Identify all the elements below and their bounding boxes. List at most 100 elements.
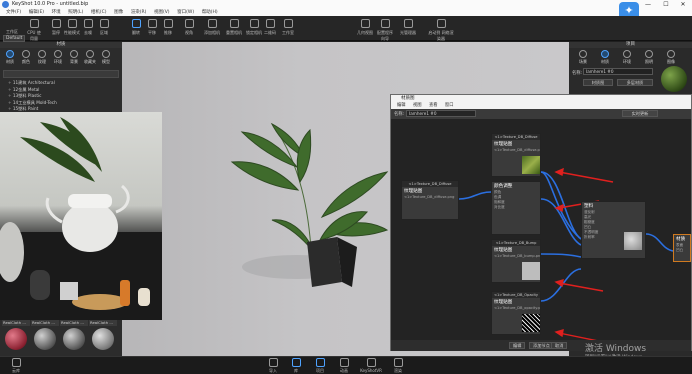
menu-image[interactable]: 图像: [114, 9, 123, 16]
region-icon: [99, 19, 109, 28]
material-icon: [601, 50, 609, 58]
tool-add-camera[interactable]: 添加相机: [204, 19, 220, 36]
materials-icon: [6, 50, 14, 58]
menu-help[interactable]: 帮助(H): [202, 9, 218, 16]
network-render-icon: [436, 19, 446, 28]
library-search-input[interactable]: [3, 70, 119, 78]
multi-material-button[interactable]: 多层材质: [617, 79, 653, 86]
tool-pause[interactable]: 暂停: [48, 19, 64, 36]
material-graph-window: 材质图 编辑 视图 查看 窗口 名称: Iamhere1 #0 实时更新 <1>…: [390, 94, 692, 351]
animation-button[interactable]: 动画: [334, 358, 354, 374]
material-name-field[interactable]: Iamhere1 #0: [583, 68, 653, 75]
graph-menu-edit[interactable]: 编辑: [397, 103, 406, 108]
menu-edit[interactable]: 编辑(E): [29, 9, 44, 16]
tab-models[interactable]: 模型: [98, 50, 114, 65]
preview-scene: [0, 117, 162, 320]
close-button[interactable]: ✕: [674, 0, 692, 9]
window-title: KeyShot 10.0 Pro - untitled.bip: [12, 1, 89, 7]
live-update-toggle[interactable]: 实时更新: [622, 110, 658, 117]
graph-edit-button[interactable]: 编辑: [509, 342, 526, 349]
tool-workspace[interactable]: 工作区: [4, 29, 20, 35]
material-tree: 11建筑 Architectural 12金属 Metal 13塑料 Plast…: [2, 80, 114, 113]
import-icon: [268, 358, 278, 367]
node-material-plastic[interactable]: 塑料 漫反射 高光 粗糙度 凹凸 不透明度 折射率: [581, 201, 646, 259]
node-bump-texture[interactable]: <1>Texture_DB_Bump 纹理贴图 <1>Texture_DB_bu…: [491, 239, 541, 283]
node-output[interactable]: 材质 表面 凹凸: [673, 234, 691, 262]
material-thumb[interactable]: RealCloth ...: [31, 320, 59, 350]
menu-lighting[interactable]: 照明(L): [68, 9, 83, 16]
material-graph-button[interactable]: 材质图: [583, 79, 613, 86]
menu-file[interactable]: 文件(F): [6, 9, 21, 16]
project-button[interactable]: 项目: [310, 358, 330, 374]
lock-camera-icon: [249, 19, 259, 28]
node-base-texture[interactable]: <1>Texture_DB_Diffuse 纹理贴图 <1>Texture_DB…: [491, 133, 541, 177]
keyshotvr-button[interactable]: KeyShotVR: [358, 358, 384, 373]
tab-materials[interactable]: 材质: [2, 50, 18, 65]
graph-title: 材质图: [391, 95, 691, 102]
tab-textures[interactable]: 纹理: [34, 50, 50, 65]
tab-scene[interactable]: 场景: [575, 50, 591, 65]
denoise-icon: [83, 19, 93, 28]
menu-render[interactable]: 渲染(R): [131, 9, 147, 16]
tab-colors[interactable]: 颜色: [18, 50, 34, 65]
animation-icon: [339, 358, 349, 367]
texture-thumbnail: [522, 262, 540, 280]
graph-menu-view[interactable]: 视图: [413, 103, 422, 108]
node-opacity-texture[interactable]: <1>Texture_DB_Opacity 纹理贴图 <1>Texture_DB…: [491, 291, 541, 335]
environments-icon: [54, 50, 62, 58]
backplates-icon: [70, 50, 78, 58]
node-color-adjust[interactable]: 颜色调整 颜色 色调 饱和度 对比度: [491, 181, 541, 235]
graph-menu-window[interactable]: 窗口: [445, 103, 454, 108]
graph-cancel-button[interactable]: 取消: [551, 342, 568, 349]
tool-performance[interactable]: 性能模式: [64, 19, 80, 36]
tab-environment[interactable]: 环境: [619, 50, 635, 65]
tool-configurator[interactable]: 配置程序向导: [377, 19, 393, 42]
menu-environment[interactable]: 环境: [52, 9, 61, 16]
menu-camera[interactable]: 相机(C): [91, 9, 107, 16]
graph-canvas[interactable]: <1>Texture_DB_Diffuse 纹理贴图 <1>Texture_DB…: [391, 119, 691, 340]
qr-icon: [265, 19, 275, 28]
tool-reset-camera[interactable]: 重置相机: [226, 19, 242, 36]
tab-environments[interactable]: 环境: [50, 50, 66, 65]
tool-tumble[interactable]: 翻转: [128, 19, 144, 36]
tool-dolly[interactable]: 推移: [160, 19, 176, 36]
tab-backplates[interactable]: 背景: [66, 50, 82, 65]
tab-favorites[interactable]: 收藏夹: [82, 50, 98, 65]
minimize-button[interactable]: —: [639, 0, 657, 9]
graph-name-field[interactable]: Iamhere1 #0: [406, 110, 476, 117]
tool-qr[interactable]: 二维码: [262, 19, 278, 36]
tab-image[interactable]: 图像: [663, 50, 679, 65]
material-thumb[interactable]: RealCloth ...: [60, 320, 88, 350]
import-button[interactable]: 导入: [263, 358, 283, 374]
add-camera-icon: [207, 19, 217, 28]
tool-studio[interactable]: 工作室: [280, 19, 296, 36]
tool-region[interactable]: 区域: [96, 19, 112, 36]
library-button[interactable]: 库: [286, 358, 306, 374]
tool-denoise[interactable]: 去噪: [80, 19, 96, 36]
node-diffuse-texture[interactable]: <1>Texture_DB_Diffuse 纹理贴图 <1>Texture_DB…: [401, 180, 459, 220]
main-toolbar: Default 工作区 CPU 使用量 暂停 性能模式 去噪 区域 翻转 平移 …: [0, 16, 692, 42]
tool-lock-camera[interactable]: 锁定相机: [246, 19, 262, 36]
menu-window[interactable]: 窗口(W): [177, 9, 194, 16]
maximize-button[interactable]: ☐: [657, 0, 675, 9]
tool-pan[interactable]: 平移: [144, 19, 160, 36]
texture-thumbnail: [522, 314, 540, 332]
environment-icon: [623, 50, 631, 58]
pan-icon: [147, 19, 157, 28]
material-thumb[interactable]: RealCloth ...: [2, 320, 30, 350]
tab-lighting[interactable]: 照明: [641, 50, 657, 65]
menu-view[interactable]: 视图(V): [154, 9, 170, 16]
render-button[interactable]: 渲染: [388, 358, 408, 374]
workspace-select[interactable]: Default: [3, 35, 25, 42]
tool-light-manager[interactable]: 光管理器: [400, 19, 416, 36]
material-preview-ball: [661, 66, 687, 92]
tool-geometry-view[interactable]: 几何视图: [357, 19, 373, 36]
tool-perspective[interactable]: 视角: [181, 19, 197, 36]
tool-cpu[interactable]: CPU 使用量: [26, 19, 42, 42]
tab-material[interactable]: 材质: [597, 50, 613, 65]
render-preview-image: [0, 112, 162, 320]
tool-network-render[interactable]: 启动到 网络渲染器: [428, 19, 454, 42]
graph-menu-inspect[interactable]: 查看: [429, 103, 438, 108]
material-thumb[interactable]: RealCloth ...: [89, 320, 117, 350]
cloud-library-button[interactable]: 云库: [6, 358, 26, 374]
